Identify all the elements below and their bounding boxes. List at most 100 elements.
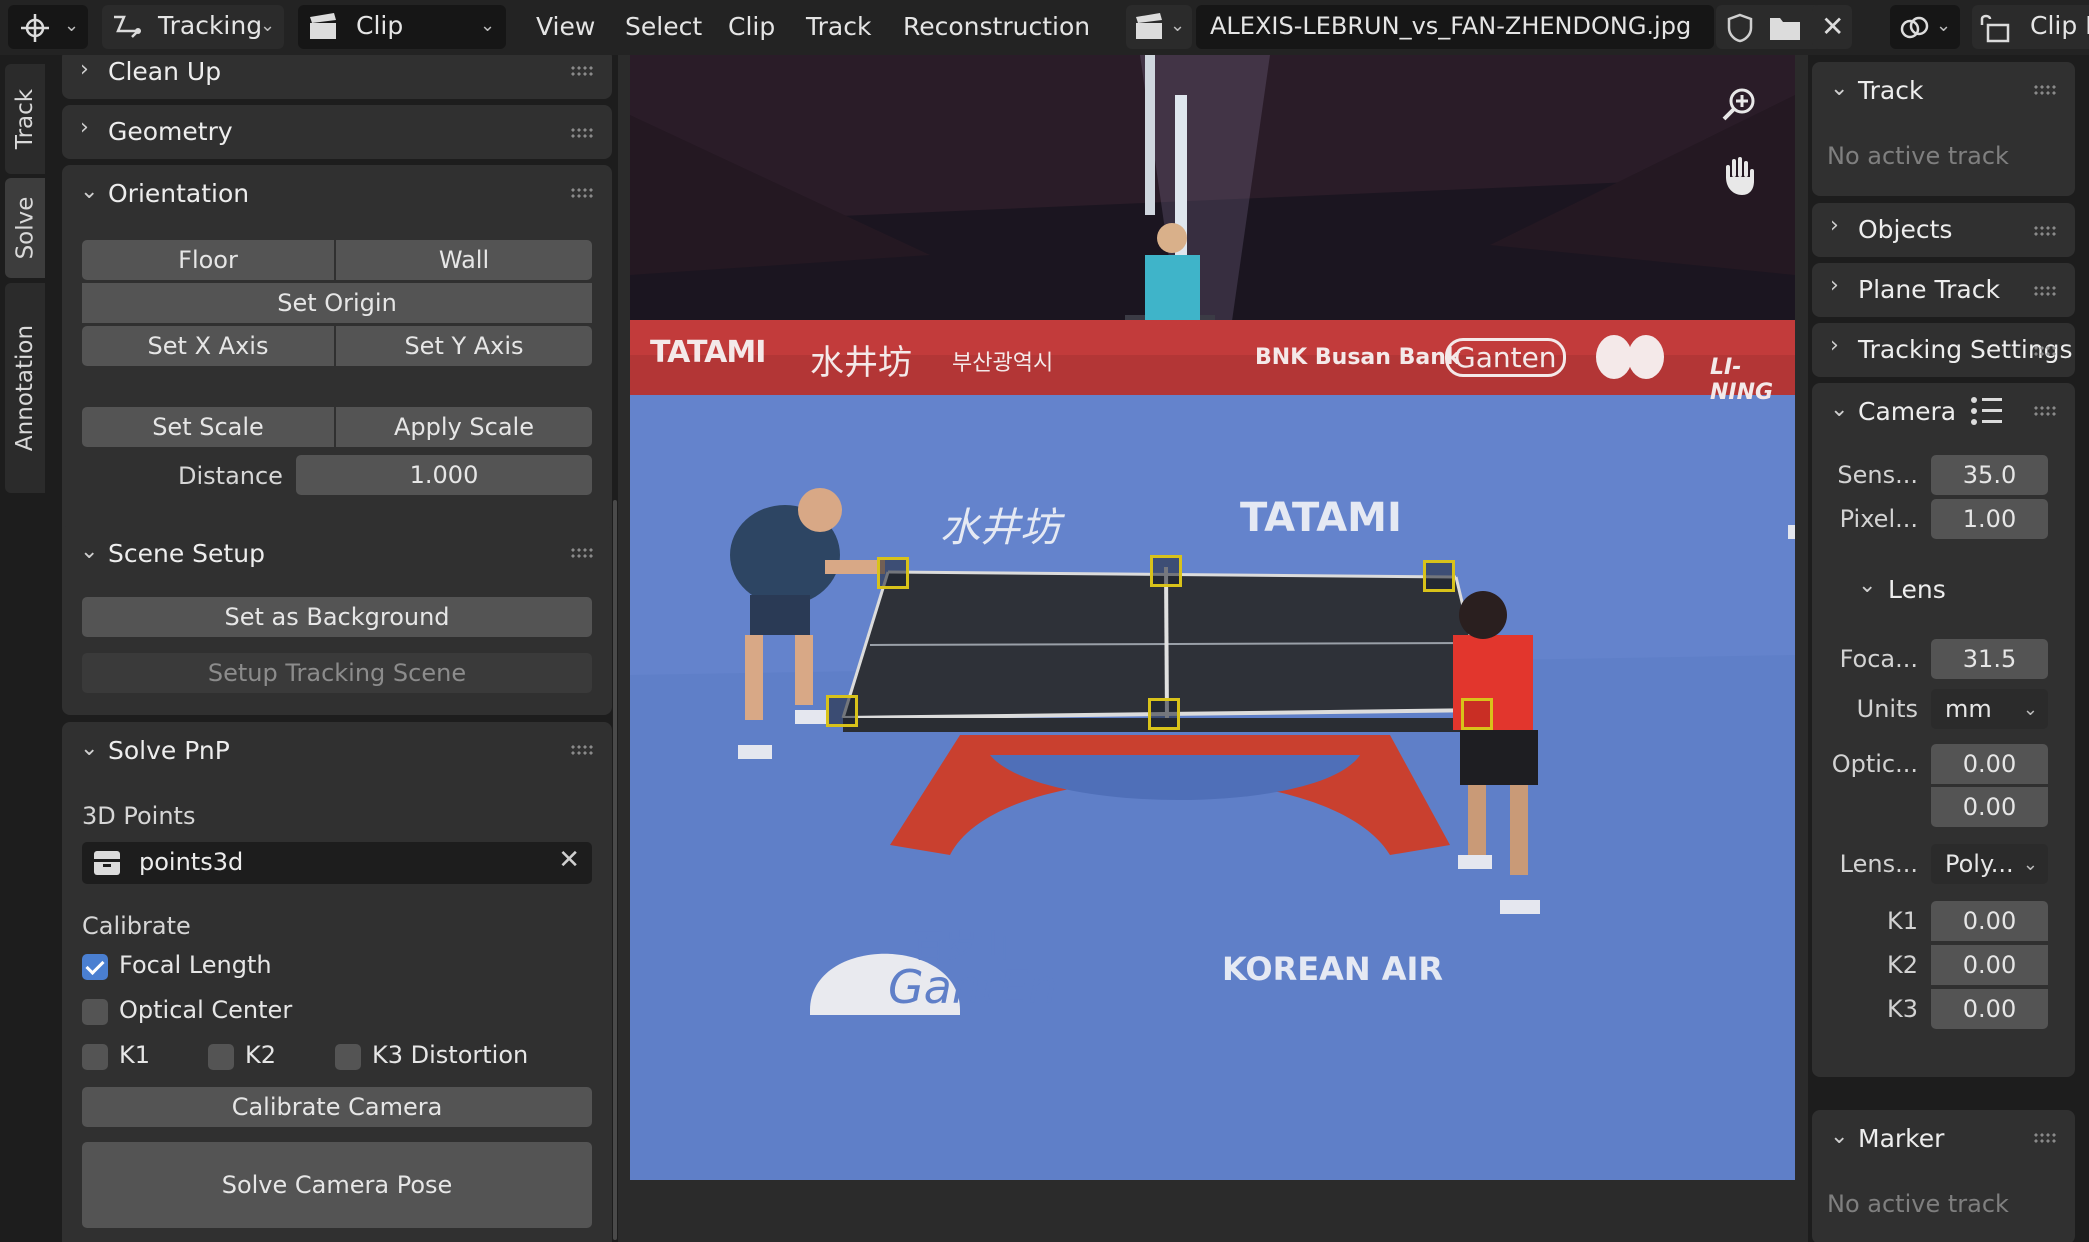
k2-field[interactable]: 0.00	[1931, 945, 2048, 985]
browse-clip-dropdown[interactable]: ⌄	[1126, 5, 1192, 49]
k2-checkbox[interactable]	[208, 1044, 234, 1070]
apply-scale-button[interactable]: Apply Scale	[336, 407, 592, 447]
floor-logo-tatami: TATAMI	[1240, 495, 1402, 541]
pixel-aspect-label: Pixel...	[1839, 505, 1918, 533]
transform-pivot-dropdown[interactable]: ⌄	[8, 5, 88, 49]
panel-marker-header[interactable]: ⌄ Marker	[1812, 1110, 2075, 1168]
tab-annotation[interactable]: Annotation	[5, 283, 45, 493]
tracking-marker[interactable]	[1150, 555, 1182, 587]
zoom-icon[interactable]	[1720, 85, 1760, 131]
panel-track-header[interactable]: ⌄ Track	[1812, 62, 2075, 120]
tracking-marker[interactable]	[1148, 698, 1180, 730]
lens-model-dropdown[interactable]: Poly... ⌄	[1931, 844, 2048, 884]
tracking-icon	[110, 11, 144, 49]
drag-handle-icon[interactable]	[2033, 285, 2057, 297]
calibrate-label: Calibrate	[82, 912, 191, 940]
tracking-marker[interactable]	[1461, 698, 1493, 730]
tracking-marker[interactable]	[826, 695, 858, 727]
drag-handle-icon[interactable]	[2033, 84, 2057, 96]
calibrate-camera-button[interactable]: Calibrate Camera	[82, 1087, 592, 1127]
lens-model-value: Poly...	[1945, 850, 2014, 878]
panel-orientation-header[interactable]: ⌄ Orientation	[62, 165, 612, 223]
side-tab-bar: Track Solve Annotation	[0, 55, 45, 1242]
units-dropdown[interactable]: mm ⌄	[1931, 689, 2048, 729]
drag-handle-icon[interactable]	[2033, 225, 2057, 237]
tracking-marker[interactable]	[877, 557, 909, 589]
k3-label: K3	[1886, 995, 1918, 1023]
shield-icon[interactable]	[1726, 13, 1754, 49]
pixel-aspect-field[interactable]: 1.00	[1931, 499, 2048, 539]
drag-handle-icon[interactable]	[2033, 1132, 2057, 1144]
no-active-track-text: No active track	[1827, 142, 2009, 170]
panel-objects[interactable]: › Objects	[1812, 203, 2075, 257]
k2-label: K2	[245, 1041, 277, 1069]
mode-dropdown[interactable]: Tracking ⌄	[102, 5, 284, 49]
board-logo-tatami: TATAMI	[650, 335, 766, 370]
set-as-background-button[interactable]: Set as Background	[82, 597, 592, 637]
optical-center-x-field[interactable]: 0.00	[1931, 744, 2048, 784]
folder-icon[interactable]	[1768, 14, 1802, 48]
focal-length-checkbox[interactable]	[82, 954, 108, 980]
unlink-clip-button[interactable]: ✕	[1812, 5, 1852, 49]
chevron-down-icon: ⌄	[1936, 15, 1952, 36]
solve-camera-pose-button[interactable]: Solve Camera Pose	[82, 1142, 592, 1228]
set-x-axis-button[interactable]: Set X Axis	[82, 326, 334, 366]
tracking-marker[interactable]	[1423, 560, 1455, 592]
board-logo-ganten: Ganten	[1445, 338, 1566, 377]
panel-solve-pnp-header[interactable]: ⌄ Solve PnP	[62, 722, 612, 780]
clip-viewport[interactable]: TATAMI 水井坊 부산광역시 BNK Busan Bank Ganten L…	[618, 55, 1808, 1242]
board-logo-lining: LI-NING	[1710, 355, 1774, 405]
distance-label: Distance	[178, 462, 283, 490]
optical-center-y-field[interactable]: 0.00	[1931, 787, 2048, 827]
panel-camera-header[interactable]: ⌄ Camera	[1812, 383, 2075, 441]
panel-clean-up[interactable]: › Clean Up	[62, 55, 612, 99]
panel-tracking-settings[interactable]: › Tracking Settings	[1812, 323, 2075, 377]
set-y-axis-button[interactable]: Set Y Axis	[336, 326, 592, 366]
close-icon[interactable]: ✕	[558, 845, 580, 875]
overlay-dropdown[interactable]: ⌄	[1890, 5, 1960, 49]
k3-distortion-checkbox[interactable]	[335, 1044, 361, 1070]
chevron-right-icon: ›	[1830, 273, 1839, 298]
menu-view[interactable]: View	[536, 9, 595, 45]
presets-list-icon[interactable]	[1970, 395, 2004, 433]
tab-track[interactable]: Track	[5, 64, 45, 174]
drag-handle-icon[interactable]	[570, 744, 594, 756]
3d-points-field[interactable]: points3d ✕	[82, 842, 592, 884]
menu-reconstruction[interactable]: Reconstruction	[903, 9, 1090, 45]
set-origin-button[interactable]: Set Origin	[82, 283, 592, 323]
drag-handle-icon[interactable]	[2033, 345, 2057, 357]
panel-scene-setup-header[interactable]: ⌄ Scene Setup	[62, 525, 612, 583]
tab-solve[interactable]: Solve	[5, 178, 45, 278]
clip-name-field[interactable]: ALEXIS-LEBRUN_vs_FAN-ZHENDONG.jpg	[1196, 5, 1714, 49]
panel-plane-track[interactable]: › Plane Track	[1812, 263, 2075, 317]
menu-clip[interactable]: Clip	[728, 9, 775, 45]
drag-handle-icon[interactable]	[570, 127, 594, 139]
k1-field[interactable]: 0.00	[1931, 901, 2048, 941]
menu-select[interactable]: Select	[625, 9, 702, 45]
tab-solve-label: Solve	[12, 196, 39, 260]
focal-length-field[interactable]: 31.5	[1931, 639, 2048, 679]
left-scrollbar[interactable]	[613, 500, 617, 1240]
sensor-field[interactable]: 35.0	[1931, 455, 2048, 495]
set-scale-button[interactable]: Set Scale	[82, 407, 334, 447]
editor-type-dropdown[interactable]: Clip ⌄	[298, 5, 506, 49]
chevron-down-icon[interactable]: ⌄	[1858, 573, 1876, 598]
focal-length-label: Foca...	[1839, 645, 1918, 673]
3d-points-value: points3d	[139, 848, 244, 876]
panel-geometry[interactable]: › Geometry	[62, 105, 612, 159]
drag-handle-icon[interactable]	[570, 187, 594, 199]
drag-handle-icon[interactable]	[2033, 405, 2057, 417]
lens-subpanel-title[interactable]: Lens	[1888, 575, 1946, 604]
drag-handle-icon[interactable]	[570, 65, 594, 77]
k3-field[interactable]: 0.00	[1931, 989, 2048, 1029]
k1-checkbox[interactable]	[82, 1044, 108, 1070]
drag-handle-icon[interactable]	[570, 547, 594, 559]
clip-display-dropdown[interactable]: Clip D	[1972, 5, 2089, 49]
floor-button[interactable]: Floor	[82, 240, 334, 280]
optical-center-checkbox[interactable]	[82, 999, 108, 1025]
distance-field[interactable]: 1.000	[296, 455, 592, 495]
hand-pan-icon[interactable]	[1720, 155, 1760, 203]
menu-track[interactable]: Track	[806, 9, 871, 45]
wall-button[interactable]: Wall	[336, 240, 592, 280]
board-logo-bnk: BNK Busan Bank	[1255, 345, 1461, 370]
